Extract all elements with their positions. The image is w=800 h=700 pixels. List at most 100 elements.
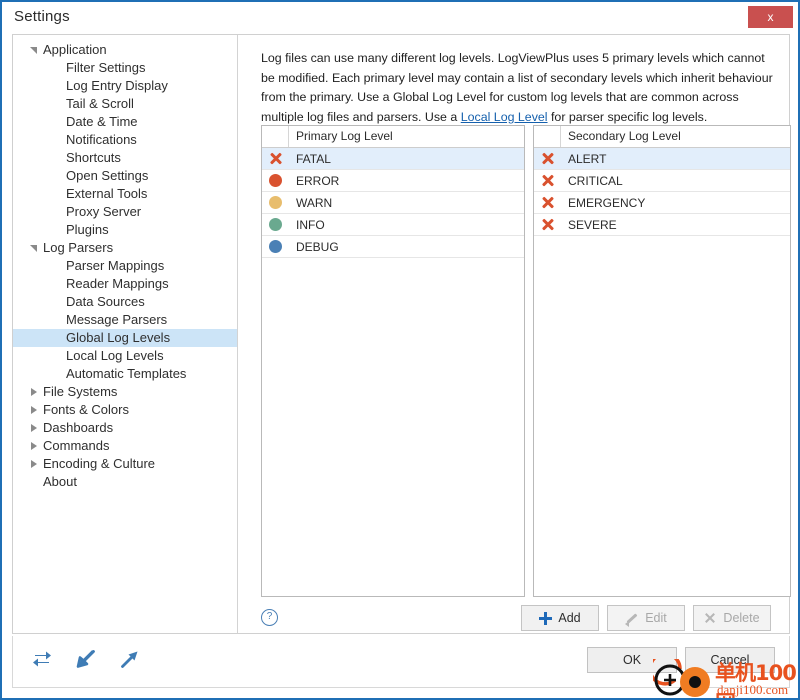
reset-defaults-icon[interactable]	[31, 648, 53, 675]
sidebar-item-reader-mappings[interactable]: Reader Mappings	[13, 275, 237, 293]
sidebar-item-global-log-levels[interactable]: Global Log Levels	[13, 329, 237, 347]
close-icon[interactable]: x	[748, 6, 793, 28]
add-button-label: Add	[558, 611, 581, 625]
sidebar-item-label: Log Entry Display	[66, 78, 168, 93]
list-item[interactable]: ERROR	[262, 170, 524, 192]
sidebar-item-label: Proxy Server	[66, 204, 142, 219]
chevron-right-icon[interactable]	[30, 424, 39, 433]
sidebar-item-label: Message Parsers	[66, 312, 168, 327]
list-item[interactable]: FATAL	[262, 148, 524, 170]
list-item[interactable]: CRITICAL	[534, 170, 790, 192]
dialog-buttons: OK Cancel	[587, 647, 775, 673]
chevron-right-icon[interactable]	[30, 388, 39, 397]
list-item-label: EMERGENCY	[568, 195, 646, 210]
sidebar-item-label: File Systems	[43, 384, 118, 399]
settings-window: Settings x Application Filter Settings Log…	[0, 0, 800, 700]
sidebar-item-plugins[interactable]: Plugins	[13, 221, 237, 239]
row-icon-cell	[534, 196, 561, 209]
sidebar-item-log-parsers[interactable]: Log Parsers	[13, 239, 237, 257]
sidebar-item-filter-settings[interactable]: Filter Settings	[13, 59, 237, 77]
sidebar-item-label: Dashboards	[43, 420, 114, 435]
row-icon-cell	[262, 174, 289, 187]
sidebar-item-data-sources[interactable]: Data Sources	[13, 293, 237, 311]
edit-button[interactable]: Edit	[607, 605, 685, 631]
secondary-log-level-list[interactable]: Secondary Log Level ALERT CRITICAL EMERGEN…	[533, 125, 791, 597]
chevron-down-icon[interactable]	[30, 46, 39, 55]
sidebar-item-about[interactable]: About	[13, 473, 237, 491]
list-item-label: CRITICAL	[568, 173, 623, 188]
sidebar-item-label: Parser Mappings	[66, 258, 165, 273]
settings-tree[interactable]: Application Filter Settings Log Entry Disp…	[13, 35, 237, 491]
sidebar-item-local-log-levels[interactable]: Local Log Levels	[13, 347, 237, 365]
edit-button-label: Edit	[645, 611, 667, 625]
sidebar-item-message-parsers[interactable]: Message Parsers	[13, 311, 237, 329]
add-button[interactable]: Add	[521, 605, 599, 631]
title-bar: Settings x	[2, 2, 798, 32]
footer-icon-group	[31, 648, 141, 675]
list-item[interactable]: EMERGENCY	[534, 192, 790, 214]
ok-button[interactable]: OK	[587, 647, 677, 673]
x-mark-icon	[269, 152, 282, 165]
list-item[interactable]: SEVERE	[534, 214, 790, 236]
sidebar-item-label: Encoding & Culture	[43, 456, 156, 471]
secondary-list-header: Secondary Log Level	[534, 126, 790, 148]
sidebar-item-label: Date & Time	[66, 114, 138, 129]
list-item[interactable]: WARN	[262, 192, 524, 214]
level-dot-icon	[269, 174, 282, 187]
sidebar-item-label: Fonts & Colors	[43, 402, 129, 417]
sidebar-item-label: Automatic Templates	[66, 366, 187, 381]
sidebar-item-tail-scroll[interactable]: Tail & Scroll	[13, 95, 237, 113]
list-item[interactable]: DEBUG	[262, 236, 524, 258]
primary-log-level-list[interactable]: Primary Log Level FATAL ERROR WARN INFO DEBU…	[261, 125, 525, 597]
secondary-rows-container: ALERT CRITICAL EMERGENCY SEVERE	[534, 148, 790, 236]
import-settings-icon[interactable]	[75, 648, 97, 675]
sidebar-item-dashboards[interactable]: Dashboards	[13, 419, 237, 437]
sidebar-item-shortcuts[interactable]: Shortcuts	[13, 149, 237, 167]
delete-button[interactable]: Delete	[693, 605, 771, 631]
sidebar-item-encoding-culture[interactable]: Encoding & Culture	[13, 455, 237, 473]
sidebar-item-open-settings[interactable]: Open Settings	[13, 167, 237, 185]
sidebar-item-fonts-colors[interactable]: Fonts & Colors	[13, 401, 237, 419]
sidebar-item-commands[interactable]: Commands	[13, 437, 237, 455]
sidebar-item-application[interactable]: Application	[13, 41, 237, 59]
sidebar-item-parser-mappings[interactable]: Parser Mappings	[13, 257, 237, 275]
list-item-label: SEVERE	[568, 217, 617, 232]
list-item[interactable]: INFO	[262, 214, 524, 236]
sidebar-item-label: Tail & Scroll	[66, 96, 134, 111]
chevron-right-icon[interactable]	[30, 460, 39, 469]
footer-bar: OK Cancel	[12, 636, 790, 688]
sidebar-item-proxy-server[interactable]: Proxy Server	[13, 203, 237, 221]
list-item-label: ERROR	[296, 173, 340, 188]
sidebar-item-label: External Tools	[66, 186, 148, 201]
row-icon-cell	[262, 240, 289, 253]
cancel-button[interactable]: Cancel	[685, 647, 775, 673]
row-icon-cell	[262, 152, 289, 165]
sidebar-item-log-entry-display[interactable]: Log Entry Display	[13, 77, 237, 95]
export-settings-icon[interactable]	[119, 648, 141, 675]
row-icon-cell	[534, 218, 561, 231]
sidebar-item-label: About	[43, 474, 77, 489]
secondary-header-label: Secondary Log Level	[568, 129, 681, 143]
sidebar-item-external-tools[interactable]: External Tools	[13, 185, 237, 203]
x-mark-icon	[541, 174, 554, 187]
description-part-2: for parser specific log levels.	[547, 109, 708, 124]
chevron-right-icon[interactable]	[30, 406, 39, 415]
sidebar-item-label: Global Log Levels	[66, 330, 171, 345]
sidebar-item-automatic-templates[interactable]: Automatic Templates	[13, 365, 237, 383]
sidebar-item-label: Application	[43, 42, 107, 57]
primary-header-icon-column	[262, 126, 289, 147]
x-mark-icon	[541, 196, 554, 209]
x-mark-icon	[541, 218, 554, 231]
delete-button-label: Delete	[723, 611, 760, 625]
primary-rows-container: FATAL ERROR WARN INFO DEBUG	[262, 148, 524, 258]
sidebar-item-label: Log Parsers	[43, 240, 114, 255]
list-item[interactable]: ALERT	[534, 148, 790, 170]
chevron-down-icon[interactable]	[30, 244, 39, 253]
help-icon[interactable]: ?	[261, 609, 278, 626]
sidebar-item-file-systems[interactable]: File Systems	[13, 383, 237, 401]
local-log-level-link[interactable]: Local Log Level	[461, 110, 548, 124]
chevron-right-icon[interactable]	[30, 442, 39, 451]
settings-detail-pane: Log files can use many different log lev…	[239, 35, 791, 633]
sidebar-item-date-time[interactable]: Date & Time	[13, 113, 237, 131]
sidebar-item-notifications[interactable]: Notifications	[13, 131, 237, 149]
